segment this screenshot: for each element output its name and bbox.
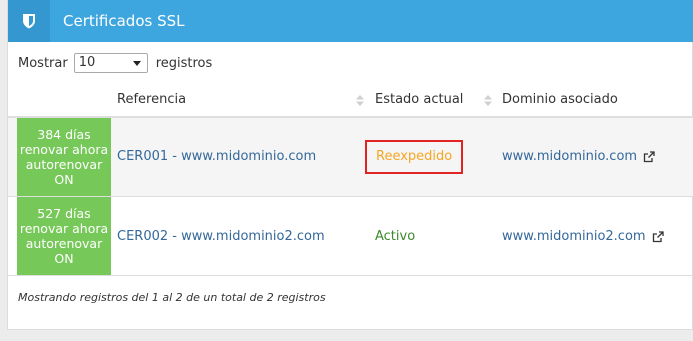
- panel-header: Certificados SSL: [8, 0, 693, 42]
- autorenew-label: autorenovar: [25, 236, 103, 251]
- days-remaining: 384 días: [37, 127, 91, 142]
- domain-link[interactable]: www.midominio.com: [502, 149, 655, 165]
- certificate-reference-link[interactable]: CER001 - www.midominio.com: [117, 149, 316, 165]
- table-header: Referencia Estado actual Dominio asociad…: [8, 82, 693, 118]
- table-row: 527 días renovar ahora autorenovar ON CE…: [8, 197, 693, 276]
- table-info-text: Mostrando registros del 1 al 2 de un tot…: [18, 291, 326, 304]
- chevron-down-icon: [132, 61, 141, 66]
- panel-title: Certificados SSL: [63, 12, 185, 30]
- length-label-before: Mostrar: [18, 55, 68, 71]
- domain-text: www.midominio.com: [502, 149, 638, 164]
- autorenew-label: autorenovar: [25, 157, 103, 172]
- days-remaining: 527 días: [37, 206, 91, 221]
- state-label: Reexpedido: [365, 140, 464, 174]
- state-label: Activo: [375, 229, 416, 244]
- certificate-reference-link[interactable]: CER002 - www.midominio2.com: [117, 229, 325, 245]
- autorenew-state: ON: [54, 172, 74, 187]
- renew-now-label: renovar ahora: [19, 142, 109, 157]
- column-header-estado-actual[interactable]: Estado actual: [375, 82, 463, 118]
- table-row: 384 días renovar ahora autorenovar ON CE…: [8, 118, 693, 197]
- ssl-certificates-panel: Certificados SSL Mostrar 10 registros Re…: [7, 0, 693, 330]
- domain-text: www.midominio2.com: [502, 229, 646, 244]
- autorenew-state: ON: [54, 251, 74, 266]
- shield-icon: [8, 0, 50, 42]
- records-per-page-value: 10: [78, 55, 96, 70]
- sort-icon[interactable]: [356, 95, 364, 106]
- length-label-after: registros: [155, 55, 213, 71]
- external-link-icon[interactable]: [652, 231, 664, 243]
- records-per-page-select[interactable]: 10: [73, 53, 148, 73]
- renewal-status-badge[interactable]: 527 días renovar ahora autorenovar ON: [17, 197, 111, 275]
- column-header-referencia[interactable]: Referencia: [117, 82, 186, 118]
- renewal-status-badge[interactable]: 384 días renovar ahora autorenovar ON: [17, 118, 111, 196]
- renew-now-label: renovar ahora: [19, 221, 109, 236]
- external-link-icon[interactable]: [643, 151, 655, 163]
- records-length-control: Mostrar 10 registros: [18, 52, 212, 74]
- sort-icon[interactable]: [484, 95, 492, 106]
- domain-link[interactable]: www.midominio2.com: [502, 229, 664, 245]
- column-header-dominio-asociado[interactable]: Dominio asociado: [502, 82, 618, 118]
